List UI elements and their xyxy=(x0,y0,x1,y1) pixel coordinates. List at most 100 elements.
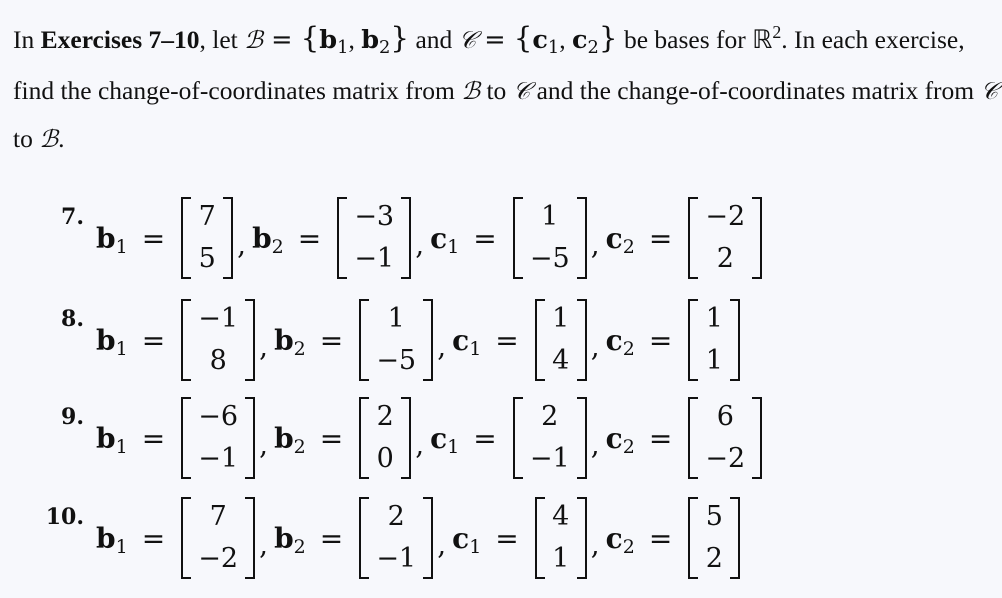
vector-label-b2: b2 xyxy=(274,323,306,360)
comma: , xyxy=(590,227,600,261)
exercise-number: 9. xyxy=(61,404,84,430)
vector-entry: 2 xyxy=(541,401,559,432)
vector-label-b1: b1 xyxy=(96,521,128,558)
exercise-equation: b1 = 7 −2, b2 = 2 −1, c1 = 4 1, c2 = 5 2 xyxy=(96,490,741,586)
comma: , xyxy=(437,527,447,561)
vector-name: b xyxy=(96,221,116,255)
comma: , xyxy=(259,329,269,363)
vector-c-name: c xyxy=(572,25,588,55)
vector-entry: −3 xyxy=(354,201,395,232)
vector-name: c xyxy=(452,521,470,555)
vector-label-c1: c1 xyxy=(430,221,460,258)
vector-subscript: 1 xyxy=(115,535,128,558)
comma: , xyxy=(559,25,573,54)
vector-entry: 6 xyxy=(716,401,734,432)
vector-subscript: 1 xyxy=(469,337,482,360)
vector-subscript: 2 xyxy=(293,535,306,558)
vector-subscript: 1 xyxy=(447,235,460,258)
vector-entry: −2 xyxy=(705,443,746,474)
column-vector-c2: −2 2 xyxy=(688,197,763,279)
exercise-number: 7. xyxy=(61,204,84,230)
vector-name: c xyxy=(605,323,623,357)
vector-label-c2: c2 xyxy=(606,422,635,458)
equals-sign: = xyxy=(141,221,166,255)
column-vector-c1: 14 xyxy=(534,299,587,381)
subscript: 1 xyxy=(547,37,560,59)
equals-sign: = xyxy=(473,421,497,455)
vector-name: c xyxy=(605,221,623,255)
vector-label-c1: c1 xyxy=(452,324,482,360)
real-numbers-symbol: ℝ xyxy=(752,25,773,55)
equals-sign: = xyxy=(648,221,673,255)
vector-entry: −1 xyxy=(198,443,239,474)
basis-B-symbol: ℬ xyxy=(461,77,481,105)
vector-subscript: 2 xyxy=(622,435,635,458)
vector-label-b2: b2 xyxy=(274,422,306,458)
vector-label-c2: c2 xyxy=(605,323,635,360)
vector-name: c xyxy=(430,421,448,455)
vector-subscript: 2 xyxy=(622,235,635,258)
vector-entry: −1 xyxy=(354,243,395,274)
vector-subscript: 1 xyxy=(115,435,128,458)
close-brace: } xyxy=(390,21,410,55)
vector-name: b xyxy=(96,521,116,555)
comma: , xyxy=(437,329,447,363)
close-brace: } xyxy=(598,21,618,55)
vector-name: c xyxy=(605,521,623,555)
open-brace: { xyxy=(300,21,320,55)
equals-sign: = xyxy=(141,323,166,357)
vector-entry: −1 xyxy=(198,303,239,334)
exercise-equation: b1 = 7 5, b2 = −3 −1, c1 = 1 −5, c2 = −2 2 xyxy=(96,190,763,286)
comma: , xyxy=(259,527,269,561)
vector-subscript: 1 xyxy=(447,435,460,458)
column-vector-c1: 2 −1 xyxy=(512,397,587,479)
column-vector-b1: −1 8 xyxy=(181,299,256,381)
vector-subscript: 1 xyxy=(115,235,128,258)
equals-sign: = xyxy=(319,323,344,357)
vector-name: c xyxy=(430,221,448,255)
comma: , xyxy=(237,227,247,261)
basis-B-symbol: ℬ xyxy=(39,125,59,153)
vector-label-c1: c1 xyxy=(452,521,481,558)
vector-label-c2: c2 xyxy=(605,221,635,258)
equals-sign: = xyxy=(648,323,673,357)
intro-text: to xyxy=(13,124,40,153)
vector-entry: −1 xyxy=(529,443,570,474)
column-vector-b1: 7 −2 xyxy=(181,497,256,579)
vector-entry: −6 xyxy=(198,401,239,432)
vector-entry: −5 xyxy=(376,345,417,376)
vector-entry: 2 xyxy=(387,501,405,532)
exercise-equation: b1 = −6 −1, b2 = 2 0, c1 = 2 −1, c2 = 6 −2 xyxy=(96,390,763,486)
vector-entry: 7 xyxy=(209,501,227,532)
equals-sign: = xyxy=(297,221,322,255)
column-vector-b2: 20 xyxy=(359,397,412,479)
vector-label-b1: b1 xyxy=(96,323,128,360)
vector-entry: 4 xyxy=(552,501,570,532)
column-vector-c1: 1 −5 xyxy=(512,197,587,279)
vector-name: b xyxy=(274,323,294,357)
subscript: 2 xyxy=(587,37,599,59)
vector-entry: −5 xyxy=(529,243,570,274)
basis-C-symbol: 𝒞 xyxy=(980,77,999,105)
vector-b-name: b xyxy=(361,25,380,55)
basis-C-symbol: 𝒞 xyxy=(458,26,477,54)
vector-entry: 5 xyxy=(705,501,723,532)
column-vector-b1: 75 xyxy=(181,197,234,279)
equals-sign: = xyxy=(495,323,519,357)
vector-entry: −2 xyxy=(198,543,239,574)
vector-subscript: 2 xyxy=(293,435,306,458)
vector-label-c1: c1 xyxy=(430,421,460,458)
equals-sign: = xyxy=(476,25,514,55)
comma: , xyxy=(415,227,425,261)
vector-subscript: 2 xyxy=(622,337,635,360)
vector-label-b2: b2 xyxy=(274,522,306,558)
equals-sign: = xyxy=(495,521,519,555)
vector-subscript: 2 xyxy=(622,535,635,558)
exercise-equation: b1 = −1 8, b2 = 1 −5, c1 = 1 4, c2 = 1 1 xyxy=(96,292,741,388)
comma: , xyxy=(415,427,425,461)
vector-entry: 1 xyxy=(552,543,570,574)
column-vector-b2: −3 −1 xyxy=(337,197,412,279)
subscript: 2 xyxy=(379,37,391,59)
comma: , xyxy=(348,25,362,54)
vector-name: b xyxy=(96,323,116,357)
